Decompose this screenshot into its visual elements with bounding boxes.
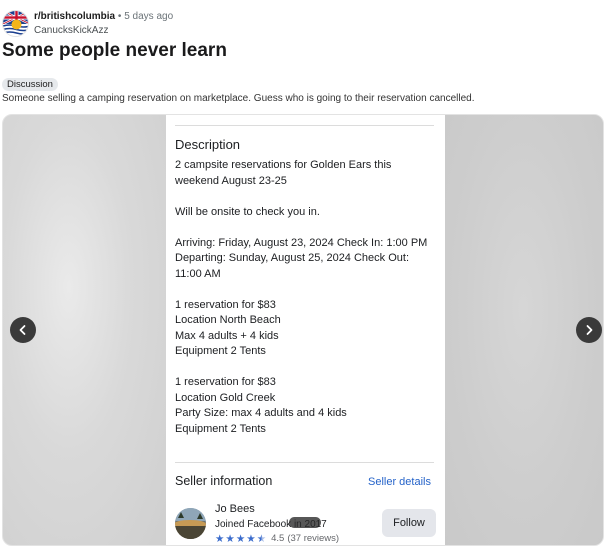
overlay-blot <box>289 517 321 528</box>
divider <box>175 125 434 126</box>
post-flair[interactable]: Discussion <box>2 78 58 91</box>
post-time: 5 days ago <box>124 11 174 22</box>
post-header: r/britishcolumbia • 5 days ago CanucksKi… <box>2 8 602 38</box>
description-paragraph: Will be onsite to check you in. <box>175 205 320 218</box>
subreddit-avatar-icon[interactable] <box>2 10 29 37</box>
description-heading: Description <box>175 137 241 152</box>
gallery-next-button[interactable] <box>576 317 602 343</box>
description-paragraph: 1 reservation for $83 Location Gold Cree… <box>175 376 347 435</box>
post-title[interactable]: Some people never learn <box>2 40 227 62</box>
chevron-right-icon <box>586 325 593 335</box>
description-paragraph: 2 campsite reservations for Golden Ears … <box>175 159 392 187</box>
seller-avatar <box>175 508 206 539</box>
description-text: 2 campsite reservations for Golden Ears … <box>175 158 437 437</box>
post-meta: r/britishcolumbia • 5 days ago <box>34 11 173 22</box>
half-star-icon: ★ <box>256 532 267 545</box>
rating-value: 4.5 <box>271 533 285 544</box>
star-icon: ★ <box>215 532 225 545</box>
image-gallery[interactable]: Description 2 campsite reservations for … <box>2 114 604 546</box>
seller-rating: ★ ★ ★ ★ ★ 4.5 (37 reviews) <box>215 533 339 544</box>
rating-reviews: (37 reviews) <box>287 533 340 544</box>
star-icon: ★ <box>246 532 256 545</box>
description-paragraph: 1 reservation for $83 Location North Bea… <box>175 298 281 358</box>
subreddit-name[interactable]: r/britishcolumbia <box>34 11 115 22</box>
post-author[interactable]: CanucksKickAzz <box>34 25 108 36</box>
star-icon: ★ <box>225 532 235 545</box>
post-body: Someone selling a camping reservation on… <box>2 93 475 104</box>
seller-name: Jo Bees <box>215 503 255 515</box>
chevron-left-icon <box>19 325 26 335</box>
seller-info-heading: Seller information <box>175 474 273 488</box>
gallery-prev-button[interactable] <box>10 317 36 343</box>
follow-button: Follow <box>382 509 436 537</box>
star-icon: ★ <box>235 532 246 545</box>
meta-separator: • <box>117 11 122 22</box>
seller-details-link: Seller details <box>368 476 431 488</box>
marketplace-listing-screenshot: Description 2 campsite reservations for … <box>166 115 445 545</box>
description-paragraph: Arriving: Friday, August 23, 2024 Check … <box>175 236 428 280</box>
divider <box>175 462 434 463</box>
